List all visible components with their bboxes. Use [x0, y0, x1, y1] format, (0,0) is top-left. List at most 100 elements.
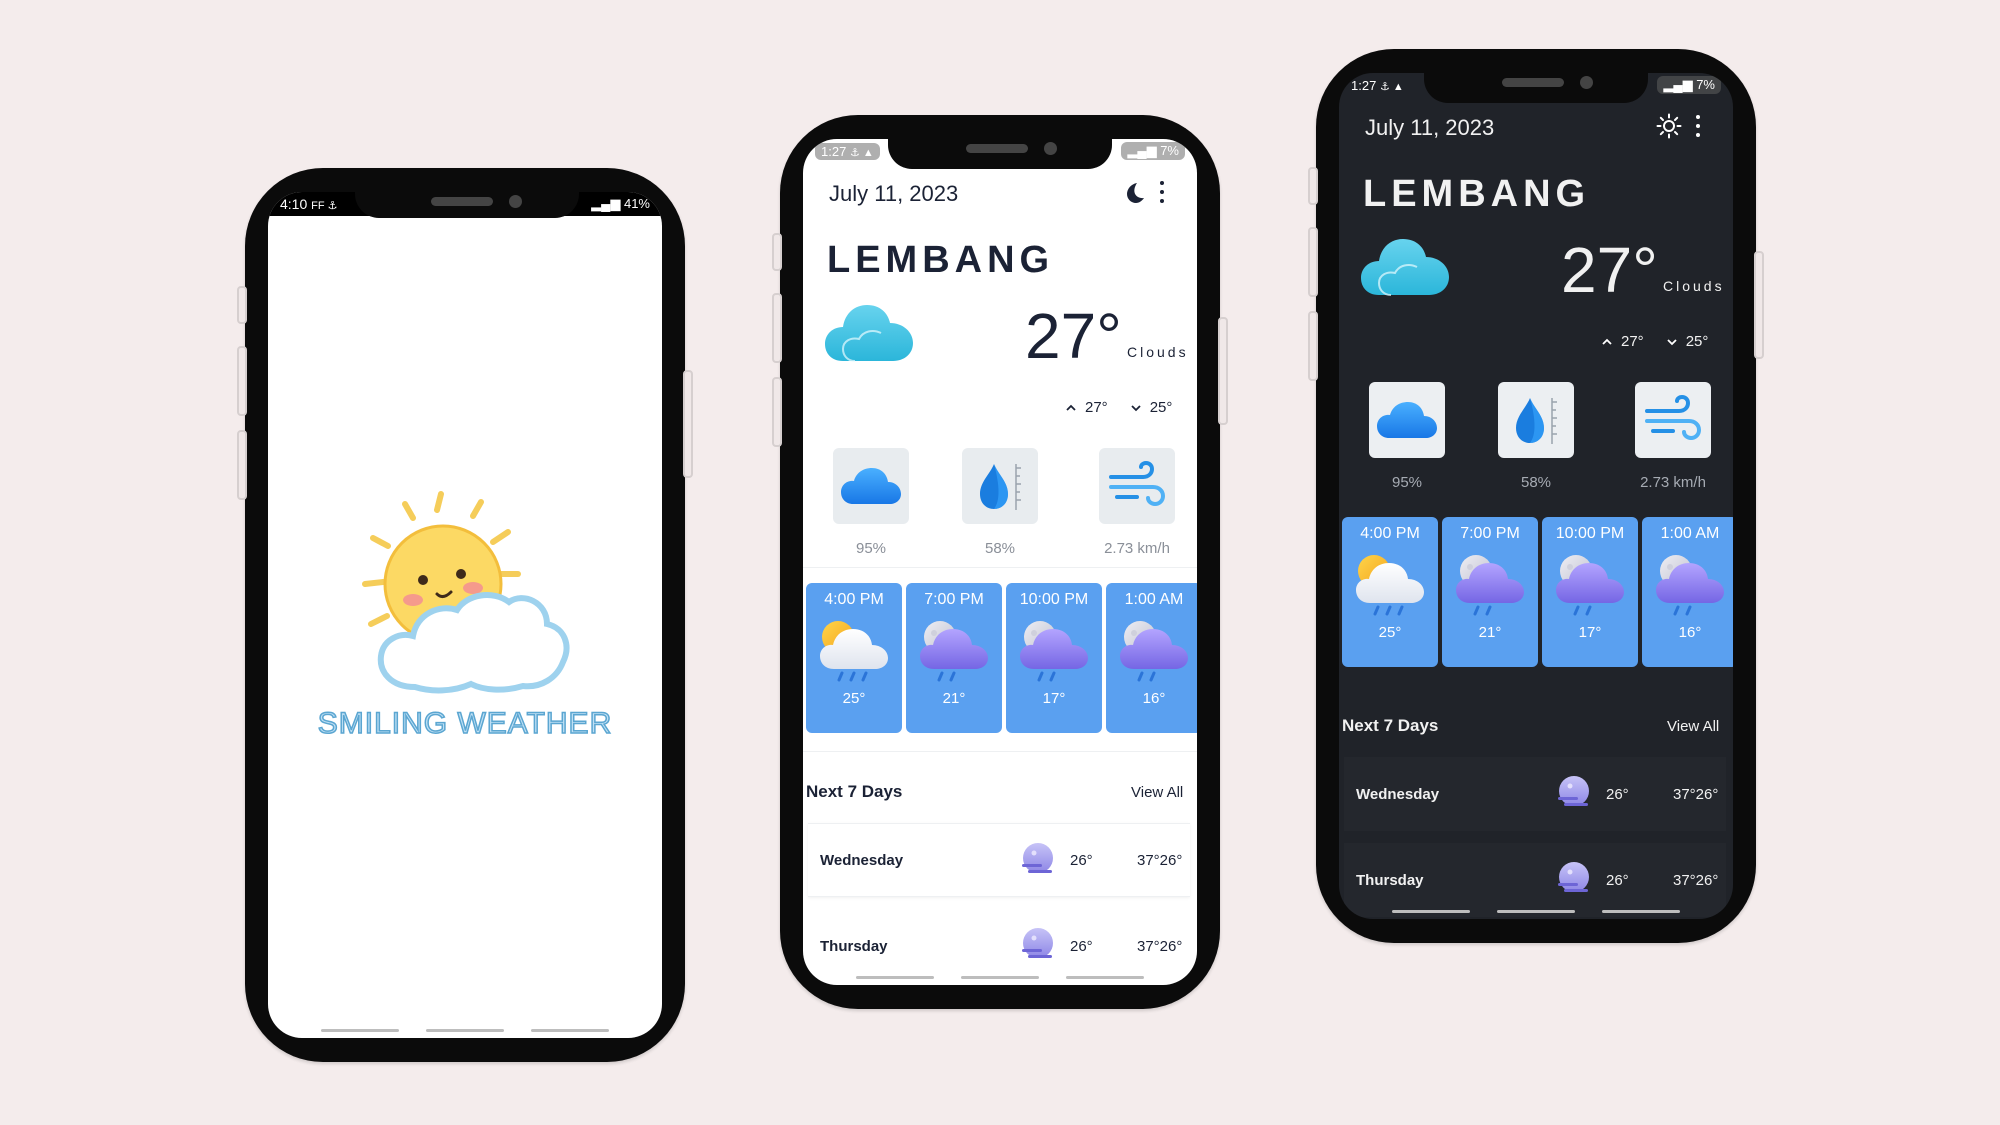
smiling-sun-cloud-logo: [362, 491, 570, 694]
chevron-down-icon: [1130, 402, 1142, 414]
next-days-title: Next 7 Days: [1342, 716, 1439, 735]
speaker: [1502, 78, 1564, 87]
moon-cloud-rain-icon: [1552, 549, 1628, 619]
moon-cloud-rain-icon: [1116, 615, 1192, 685]
stat-humidity: 58%: [1498, 382, 1574, 491]
hourly-card[interactable]: 7:00 PM 21°: [906, 583, 1002, 733]
condition-label: Clouds: [1663, 278, 1725, 294]
sun-icon[interactable]: [1656, 113, 1682, 139]
moon-cloud-rain-icon: [1652, 549, 1728, 619]
moon-icon[interactable]: [1120, 179, 1146, 205]
side-button: [772, 233, 782, 271]
phone-splash: 4:10 FF ⚓ ▂▄▆ 41% SMILING WEATHER: [237, 168, 693, 1062]
side-button: [1308, 227, 1318, 297]
speaker: [966, 144, 1028, 153]
status-battery: ▂▄▆ 41%: [591, 196, 650, 211]
hourly-card[interactable]: 10:00 PM 17°: [1006, 583, 1102, 733]
phone-dark: 1:27 ⚓ ▲ ▂▄▆ 7% July 11, 2023 LEMBANG 27…: [1308, 49, 1764, 943]
view-all-link[interactable]: View All: [1667, 718, 1719, 735]
nav-bar: [268, 1029, 662, 1032]
side-button: [1308, 167, 1318, 205]
chevron-up-icon: [1065, 402, 1077, 414]
hourly-card[interactable]: 10:00 PM 17°: [1542, 517, 1638, 667]
city-name: LEMBANG: [1363, 173, 1591, 215]
low-temp: 25°: [1685, 333, 1709, 350]
status-time: 1:27 ⚓ ▲: [815, 142, 880, 160]
sun-cloud-rain-icon: [816, 615, 892, 685]
moon-cloud-rain-icon: [1452, 549, 1528, 619]
wind-icon: [1643, 395, 1703, 445]
status-battery: ▂▄▆ 7%: [1121, 142, 1185, 160]
next-days-title: Next 7 Days: [806, 782, 903, 801]
hourly-card[interactable]: 7:00 PM 21°: [1442, 517, 1538, 667]
day-row[interactable]: Thursday 26° 37°26°: [1344, 843, 1726, 917]
phone-light: 1:27 ⚓ ▲ ▂▄▆ 7% July 11, 2023 LEMBANG 27…: [772, 115, 1228, 1009]
speaker: [431, 197, 493, 206]
high-temp: 27°: [1085, 399, 1108, 416]
cloud-icon: [1361, 233, 1449, 299]
status-time: 4:10 FF ⚓: [280, 196, 338, 212]
moon-fog-icon: [1556, 775, 1592, 811]
temperature: 27°: [1025, 300, 1122, 372]
hourly-forecast[interactable]: 4:00 PM 25° 7:00 PM 21° 10:00 PM 17° 1:0…: [806, 583, 1197, 733]
wind-icon: [1107, 461, 1167, 511]
chevron-down-icon: [1666, 336, 1678, 348]
moon-fog-icon: [1020, 842, 1056, 878]
hourly-card[interactable]: 4:00 PM 25°: [1342, 517, 1438, 667]
hourly-card[interactable]: 1:00 AM 16°: [1642, 517, 1733, 667]
moon-cloud-rain-icon: [916, 615, 992, 685]
stat-cloudiness: 95%: [833, 448, 909, 557]
low-temp: 25°: [1149, 399, 1173, 416]
moon-fog-icon: [1020, 927, 1056, 963]
humidity-drop-icon: [970, 456, 1030, 516]
status-time: 1:27 ⚓ ▲: [1351, 77, 1404, 93]
city-name: LEMBANG: [827, 239, 1055, 281]
side-button: [1754, 251, 1764, 359]
day-row[interactable]: Wednesday 26° 37°26°: [808, 823, 1190, 897]
sun-cloud-rain-icon: [1352, 549, 1428, 619]
dark-screen: 1:27 ⚓ ▲ ▂▄▆ 7% July 11, 2023 LEMBANG 27…: [1339, 73, 1733, 919]
day-row[interactable]: Wednesday 26° 37°26°: [1344, 757, 1726, 831]
stat-wind: 2.73 km/h: [1628, 382, 1718, 491]
high-low: 27° 25°: [1065, 399, 1172, 416]
divider: [803, 751, 1197, 752]
menu-dots-icon[interactable]: [1695, 115, 1701, 137]
hourly-card[interactable]: 1:00 AM 16°: [1106, 583, 1197, 733]
nav-bar: [1339, 910, 1733, 913]
hourly-card[interactable]: 4:00 PM 25°: [806, 583, 902, 733]
camera: [509, 195, 522, 208]
app-name-logo: SMILING WEATHER: [317, 706, 613, 741]
temperature: 27°: [1561, 234, 1658, 306]
moon-fog-icon: [1556, 861, 1592, 897]
side-button: [683, 370, 693, 478]
cloud-icon: [825, 299, 913, 365]
stat-humidity: 58%: [962, 448, 1038, 557]
view-all-link[interactable]: View All: [1131, 784, 1183, 801]
day-row[interactable]: Thursday 26° 37°26°: [808, 909, 1190, 983]
high-low: 27° 25°: [1601, 333, 1708, 350]
side-button: [1308, 311, 1318, 381]
high-temp: 27°: [1621, 333, 1644, 350]
chevron-up-icon: [1601, 336, 1613, 348]
stat-cloudiness: 95%: [1369, 382, 1445, 491]
side-button: [237, 346, 247, 416]
nav-bar: [803, 976, 1197, 979]
condition-label: Clouds: [1127, 344, 1189, 360]
camera: [1044, 142, 1057, 155]
side-button: [772, 293, 782, 363]
cloud-icon: [841, 466, 901, 506]
splash-screen: 4:10 FF ⚓ ▂▄▆ 41% SMILING WEATHER: [268, 192, 662, 1038]
side-button: [1218, 317, 1228, 425]
menu-dots-icon[interactable]: [1159, 181, 1165, 203]
moon-cloud-rain-icon: [1016, 615, 1092, 685]
hourly-forecast[interactable]: 4:00 PM 25° 7:00 PM 21° 10:00 PM 17° 1:0…: [1342, 517, 1733, 667]
side-button: [237, 430, 247, 500]
camera: [1580, 76, 1593, 89]
light-screen: 1:27 ⚓ ▲ ▂▄▆ 7% July 11, 2023 LEMBANG 27…: [803, 139, 1197, 985]
status-battery: ▂▄▆ 7%: [1657, 76, 1721, 94]
side-button: [237, 286, 247, 324]
humidity-drop-icon: [1506, 390, 1566, 450]
side-button: [772, 377, 782, 447]
divider: [803, 567, 1197, 568]
date-label: July 11, 2023: [829, 181, 959, 206]
